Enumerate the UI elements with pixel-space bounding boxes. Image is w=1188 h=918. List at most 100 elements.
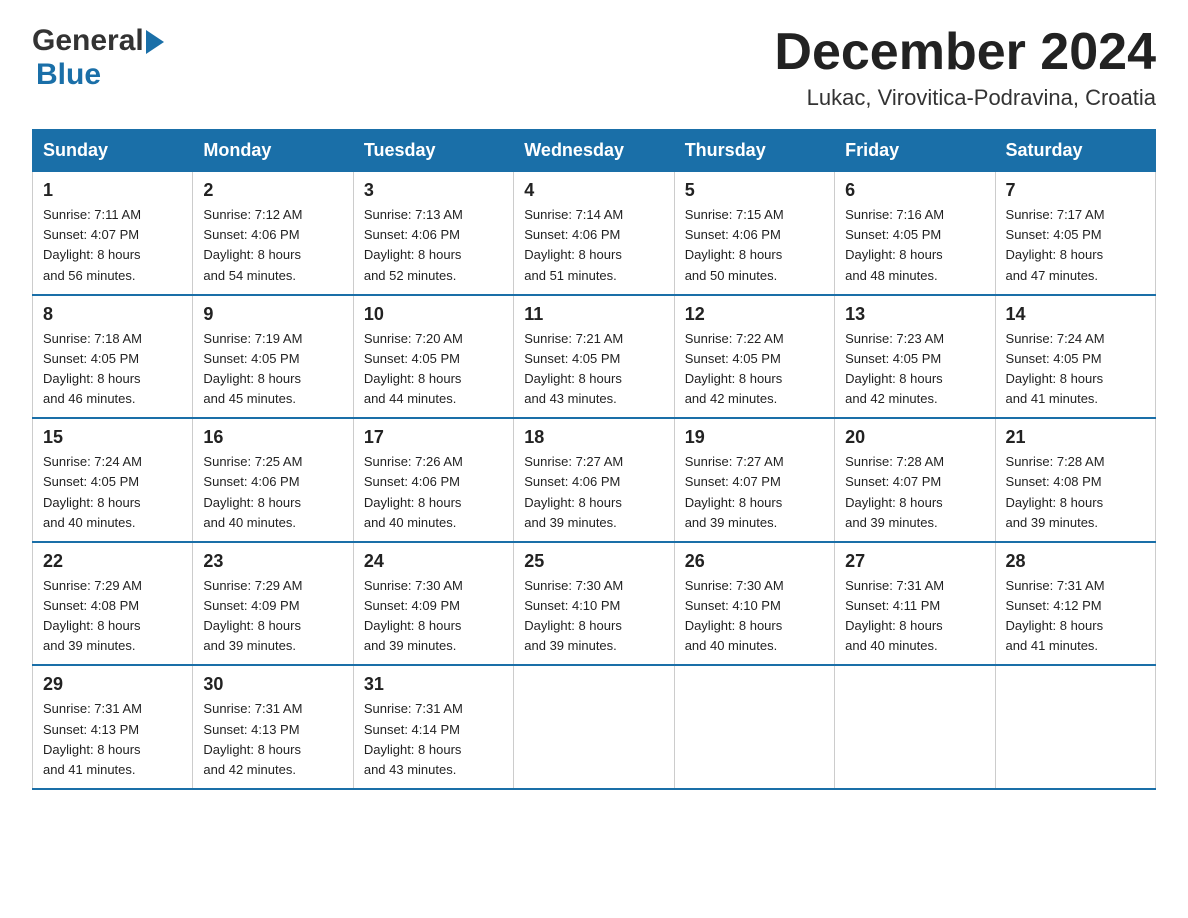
calendar-cell: 8 Sunrise: 7:18 AM Sunset: 4:05 PM Dayli…: [33, 295, 193, 419]
calendar-cell: 29 Sunrise: 7:31 AM Sunset: 4:13 PM Dayl…: [33, 665, 193, 789]
day-info: Sunrise: 7:20 AM Sunset: 4:05 PM Dayligh…: [364, 329, 503, 410]
calendar-cell: 17 Sunrise: 7:26 AM Sunset: 4:06 PM Dayl…: [353, 418, 513, 542]
day-info: Sunrise: 7:25 AM Sunset: 4:06 PM Dayligh…: [203, 452, 342, 533]
day-number: 28: [1006, 551, 1145, 572]
day-info: Sunrise: 7:29 AM Sunset: 4:09 PM Dayligh…: [203, 576, 342, 657]
calendar-cell: 12 Sunrise: 7:22 AM Sunset: 4:05 PM Dayl…: [674, 295, 834, 419]
calendar-cell: 21 Sunrise: 7:28 AM Sunset: 4:08 PM Dayl…: [995, 418, 1155, 542]
day-number: 5: [685, 180, 824, 201]
calendar-week-row: 1 Sunrise: 7:11 AM Sunset: 4:07 PM Dayli…: [33, 172, 1156, 295]
day-number: 30: [203, 674, 342, 695]
day-number: 13: [845, 304, 984, 325]
calendar-cell: 9 Sunrise: 7:19 AM Sunset: 4:05 PM Dayli…: [193, 295, 353, 419]
day-info: Sunrise: 7:26 AM Sunset: 4:06 PM Dayligh…: [364, 452, 503, 533]
calendar-week-row: 29 Sunrise: 7:31 AM Sunset: 4:13 PM Dayl…: [33, 665, 1156, 789]
day-number: 31: [364, 674, 503, 695]
calendar-cell: [674, 665, 834, 789]
day-info: Sunrise: 7:31 AM Sunset: 4:13 PM Dayligh…: [203, 699, 342, 780]
day-number: 26: [685, 551, 824, 572]
day-number: 16: [203, 427, 342, 448]
calendar-cell: 4 Sunrise: 7:14 AM Sunset: 4:06 PM Dayli…: [514, 172, 674, 295]
calendar-week-row: 15 Sunrise: 7:24 AM Sunset: 4:05 PM Dayl…: [33, 418, 1156, 542]
calendar-cell: 14 Sunrise: 7:24 AM Sunset: 4:05 PM Dayl…: [995, 295, 1155, 419]
logo-general-text: General: [32, 24, 144, 58]
calendar-cell: 23 Sunrise: 7:29 AM Sunset: 4:09 PM Dayl…: [193, 542, 353, 666]
day-info: Sunrise: 7:23 AM Sunset: 4:05 PM Dayligh…: [845, 329, 984, 410]
day-number: 25: [524, 551, 663, 572]
calendar-cell: 27 Sunrise: 7:31 AM Sunset: 4:11 PM Dayl…: [835, 542, 995, 666]
logo-arrow-icon: [146, 28, 168, 56]
calendar-week-row: 8 Sunrise: 7:18 AM Sunset: 4:05 PM Dayli…: [33, 295, 1156, 419]
calendar-cell: [514, 665, 674, 789]
day-number: 6: [845, 180, 984, 201]
calendar-cell: 18 Sunrise: 7:27 AM Sunset: 4:06 PM Dayl…: [514, 418, 674, 542]
day-info: Sunrise: 7:16 AM Sunset: 4:05 PM Dayligh…: [845, 205, 984, 286]
day-number: 14: [1006, 304, 1145, 325]
calendar-cell: 16 Sunrise: 7:25 AM Sunset: 4:06 PM Dayl…: [193, 418, 353, 542]
day-number: 9: [203, 304, 342, 325]
day-info: Sunrise: 7:31 AM Sunset: 4:11 PM Dayligh…: [845, 576, 984, 657]
day-info: Sunrise: 7:30 AM Sunset: 4:09 PM Dayligh…: [364, 576, 503, 657]
calendar-cell: 30 Sunrise: 7:31 AM Sunset: 4:13 PM Dayl…: [193, 665, 353, 789]
day-info: Sunrise: 7:28 AM Sunset: 4:08 PM Dayligh…: [1006, 452, 1145, 533]
day-number: 18: [524, 427, 663, 448]
calendar-location: Lukac, Virovitica-Podravina, Croatia: [774, 85, 1156, 111]
calendar-cell: 11 Sunrise: 7:21 AM Sunset: 4:05 PM Dayl…: [514, 295, 674, 419]
calendar-cell: 22 Sunrise: 7:29 AM Sunset: 4:08 PM Dayl…: [33, 542, 193, 666]
day-number: 21: [1006, 427, 1145, 448]
calendar-header-thursday: Thursday: [674, 130, 834, 172]
day-number: 29: [43, 674, 182, 695]
calendar-cell: 5 Sunrise: 7:15 AM Sunset: 4:06 PM Dayli…: [674, 172, 834, 295]
day-number: 23: [203, 551, 342, 572]
day-number: 24: [364, 551, 503, 572]
day-number: 8: [43, 304, 182, 325]
day-number: 4: [524, 180, 663, 201]
calendar-header-saturday: Saturday: [995, 130, 1155, 172]
calendar-cell: 25 Sunrise: 7:30 AM Sunset: 4:10 PM Dayl…: [514, 542, 674, 666]
day-info: Sunrise: 7:29 AM Sunset: 4:08 PM Dayligh…: [43, 576, 182, 657]
calendar-cell: [835, 665, 995, 789]
day-info: Sunrise: 7:31 AM Sunset: 4:12 PM Dayligh…: [1006, 576, 1145, 657]
day-info: Sunrise: 7:30 AM Sunset: 4:10 PM Dayligh…: [685, 576, 824, 657]
day-number: 1: [43, 180, 182, 201]
calendar-cell: 28 Sunrise: 7:31 AM Sunset: 4:12 PM Dayl…: [995, 542, 1155, 666]
day-number: 22: [43, 551, 182, 572]
day-number: 2: [203, 180, 342, 201]
day-info: Sunrise: 7:11 AM Sunset: 4:07 PM Dayligh…: [43, 205, 182, 286]
day-info: Sunrise: 7:19 AM Sunset: 4:05 PM Dayligh…: [203, 329, 342, 410]
day-number: 20: [845, 427, 984, 448]
day-info: Sunrise: 7:15 AM Sunset: 4:06 PM Dayligh…: [685, 205, 824, 286]
day-number: 12: [685, 304, 824, 325]
day-info: Sunrise: 7:17 AM Sunset: 4:05 PM Dayligh…: [1006, 205, 1145, 286]
day-info: Sunrise: 7:12 AM Sunset: 4:06 PM Dayligh…: [203, 205, 342, 286]
calendar-cell: 6 Sunrise: 7:16 AM Sunset: 4:05 PM Dayli…: [835, 172, 995, 295]
day-info: Sunrise: 7:30 AM Sunset: 4:10 PM Dayligh…: [524, 576, 663, 657]
calendar-header-sunday: Sunday: [33, 130, 193, 172]
day-info: Sunrise: 7:13 AM Sunset: 4:06 PM Dayligh…: [364, 205, 503, 286]
calendar-cell: [995, 665, 1155, 789]
calendar-header-wednesday: Wednesday: [514, 130, 674, 172]
day-number: 11: [524, 304, 663, 325]
day-number: 7: [1006, 180, 1145, 201]
calendar-cell: 15 Sunrise: 7:24 AM Sunset: 4:05 PM Dayl…: [33, 418, 193, 542]
logo: General Blue: [32, 24, 168, 92]
calendar-cell: 7 Sunrise: 7:17 AM Sunset: 4:05 PM Dayli…: [995, 172, 1155, 295]
day-number: 19: [685, 427, 824, 448]
day-number: 10: [364, 304, 503, 325]
day-info: Sunrise: 7:24 AM Sunset: 4:05 PM Dayligh…: [1006, 329, 1145, 410]
day-info: Sunrise: 7:21 AM Sunset: 4:05 PM Dayligh…: [524, 329, 663, 410]
day-info: Sunrise: 7:31 AM Sunset: 4:13 PM Dayligh…: [43, 699, 182, 780]
calendar-header-row: SundayMondayTuesdayWednesdayThursdayFrid…: [33, 130, 1156, 172]
calendar-title: December 2024: [774, 24, 1156, 81]
calendar-cell: 1 Sunrise: 7:11 AM Sunset: 4:07 PM Dayli…: [33, 172, 193, 295]
day-number: 3: [364, 180, 503, 201]
day-info: Sunrise: 7:14 AM Sunset: 4:06 PM Dayligh…: [524, 205, 663, 286]
day-info: Sunrise: 7:27 AM Sunset: 4:07 PM Dayligh…: [685, 452, 824, 533]
day-info: Sunrise: 7:31 AM Sunset: 4:14 PM Dayligh…: [364, 699, 503, 780]
day-number: 27: [845, 551, 984, 572]
calendar-cell: 13 Sunrise: 7:23 AM Sunset: 4:05 PM Dayl…: [835, 295, 995, 419]
calendar-header-friday: Friday: [835, 130, 995, 172]
day-number: 15: [43, 427, 182, 448]
calendar-header-monday: Monday: [193, 130, 353, 172]
day-info: Sunrise: 7:22 AM Sunset: 4:05 PM Dayligh…: [685, 329, 824, 410]
